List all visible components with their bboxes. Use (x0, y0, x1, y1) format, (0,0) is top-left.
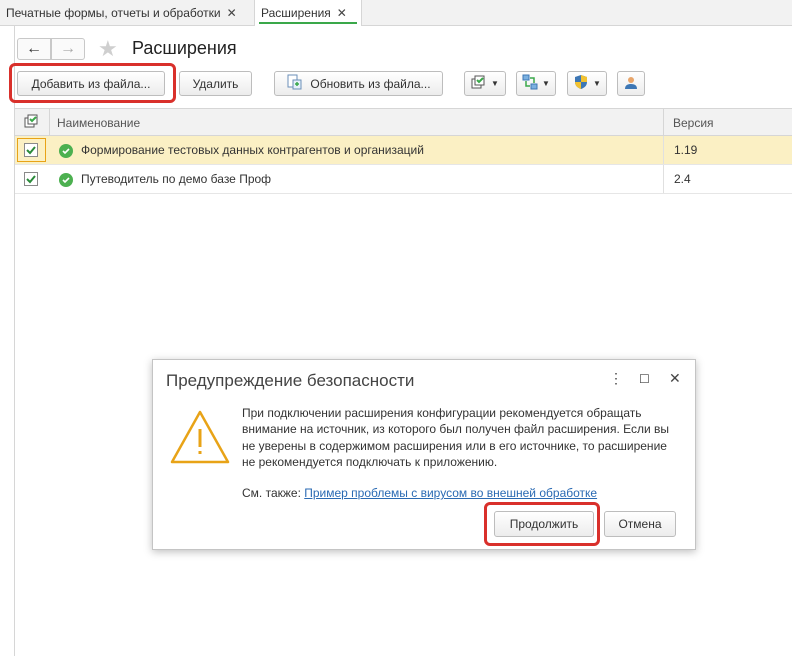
warning-icon (169, 409, 231, 468)
virus-example-link[interactable]: Пример проблемы с вирусом во внешней обр… (304, 486, 597, 500)
close-icon[interactable]: ✕ (337, 6, 347, 20)
tab-label: Расширения (261, 6, 331, 20)
more-icon[interactable]: ⋮ (609, 370, 623, 387)
close-icon[interactable]: ✕ (669, 370, 681, 387)
check-all-header[interactable] (15, 109, 50, 136)
delete-button[interactable]: Удалить (179, 71, 252, 96)
tab-extensions[interactable]: Расширения ✕ (254, 0, 362, 26)
shield-icon (573, 74, 589, 93)
security-warning-dialog: Предупреждение безопасности ⋮ ☐ ✕ При по… (152, 359, 696, 550)
page-title: Расширения (132, 38, 237, 58)
column-header-version[interactable]: Версия (663, 109, 792, 136)
back-button[interactable]: ← (17, 38, 51, 60)
check-list-icon (24, 113, 40, 132)
row-version: 2.4 (663, 165, 691, 193)
security-menu-button[interactable]: ▼ (567, 71, 607, 96)
checkmark-icon (26, 175, 36, 184)
forward-button[interactable]: → (51, 38, 85, 60)
star-icon[interactable]: ★ (98, 36, 118, 62)
sync-menu-button[interactable]: ▼ (516, 71, 556, 96)
highlight-frame-continue (484, 502, 600, 546)
see-also-label: См. также: (242, 486, 301, 500)
table-row[interactable]: Путеводитель по демо базе Проф 2.4 (15, 165, 792, 194)
chevron-down-icon: ▼ (542, 79, 550, 88)
user-button[interactable] (617, 71, 645, 96)
row-version: 1.19 (663, 136, 697, 164)
tab-bar: Печатные формы, отчеты и обработки ✕ Рас… (0, 0, 792, 26)
table-header: Наименование Версия (15, 108, 792, 136)
dialog-message: При подключении расширения конфигурации … (242, 406, 670, 469)
chevron-down-icon: ▼ (593, 79, 601, 88)
chevron-down-icon: ▼ (491, 79, 499, 88)
status-ok-icon (59, 144, 73, 158)
sync-icon (522, 74, 538, 93)
see-also: См. также: Пример проблемы с вирусом во … (242, 486, 597, 500)
dialog-title: Предупреждение безопасности (166, 371, 415, 390)
highlight-frame-add (9, 63, 176, 103)
table-row[interactable]: Формирование тестовых данных контрагенто… (15, 136, 792, 165)
tab-label: Печатные формы, отчеты и обработки (6, 5, 221, 20)
row-name: Формирование тестовых данных контрагенто… (81, 143, 424, 157)
row-checkbox[interactable] (24, 143, 38, 157)
update-file-icon (286, 74, 302, 93)
update-label: Обновить из файла... (310, 76, 431, 91)
update-from-file-button[interactable]: Обновить из файла... (274, 71, 443, 96)
tab-print-forms[interactable]: Печатные формы, отчеты и обработки ✕ (0, 0, 250, 25)
config-menu-button[interactable]: ▼ (464, 71, 506, 96)
cancel-button[interactable]: Отмена (604, 511, 676, 537)
extensions-table: Наименование Версия Формирование тестовы… (15, 108, 792, 198)
row-checkbox[interactable] (24, 172, 38, 186)
arrow-left-icon: ← (26, 40, 42, 57)
checkmark-icon (26, 146, 36, 155)
close-icon[interactable]: ✕ (227, 6, 237, 20)
user-icon (624, 75, 638, 92)
maximize-icon[interactable]: ☐ (639, 372, 650, 386)
row-name: Путеводитель по демо базе Проф (81, 172, 272, 186)
config-icon (471, 74, 487, 93)
status-ok-icon (59, 173, 73, 187)
column-header-name[interactable]: Наименование (57, 109, 140, 136)
arrow-right-icon: → (60, 40, 76, 57)
